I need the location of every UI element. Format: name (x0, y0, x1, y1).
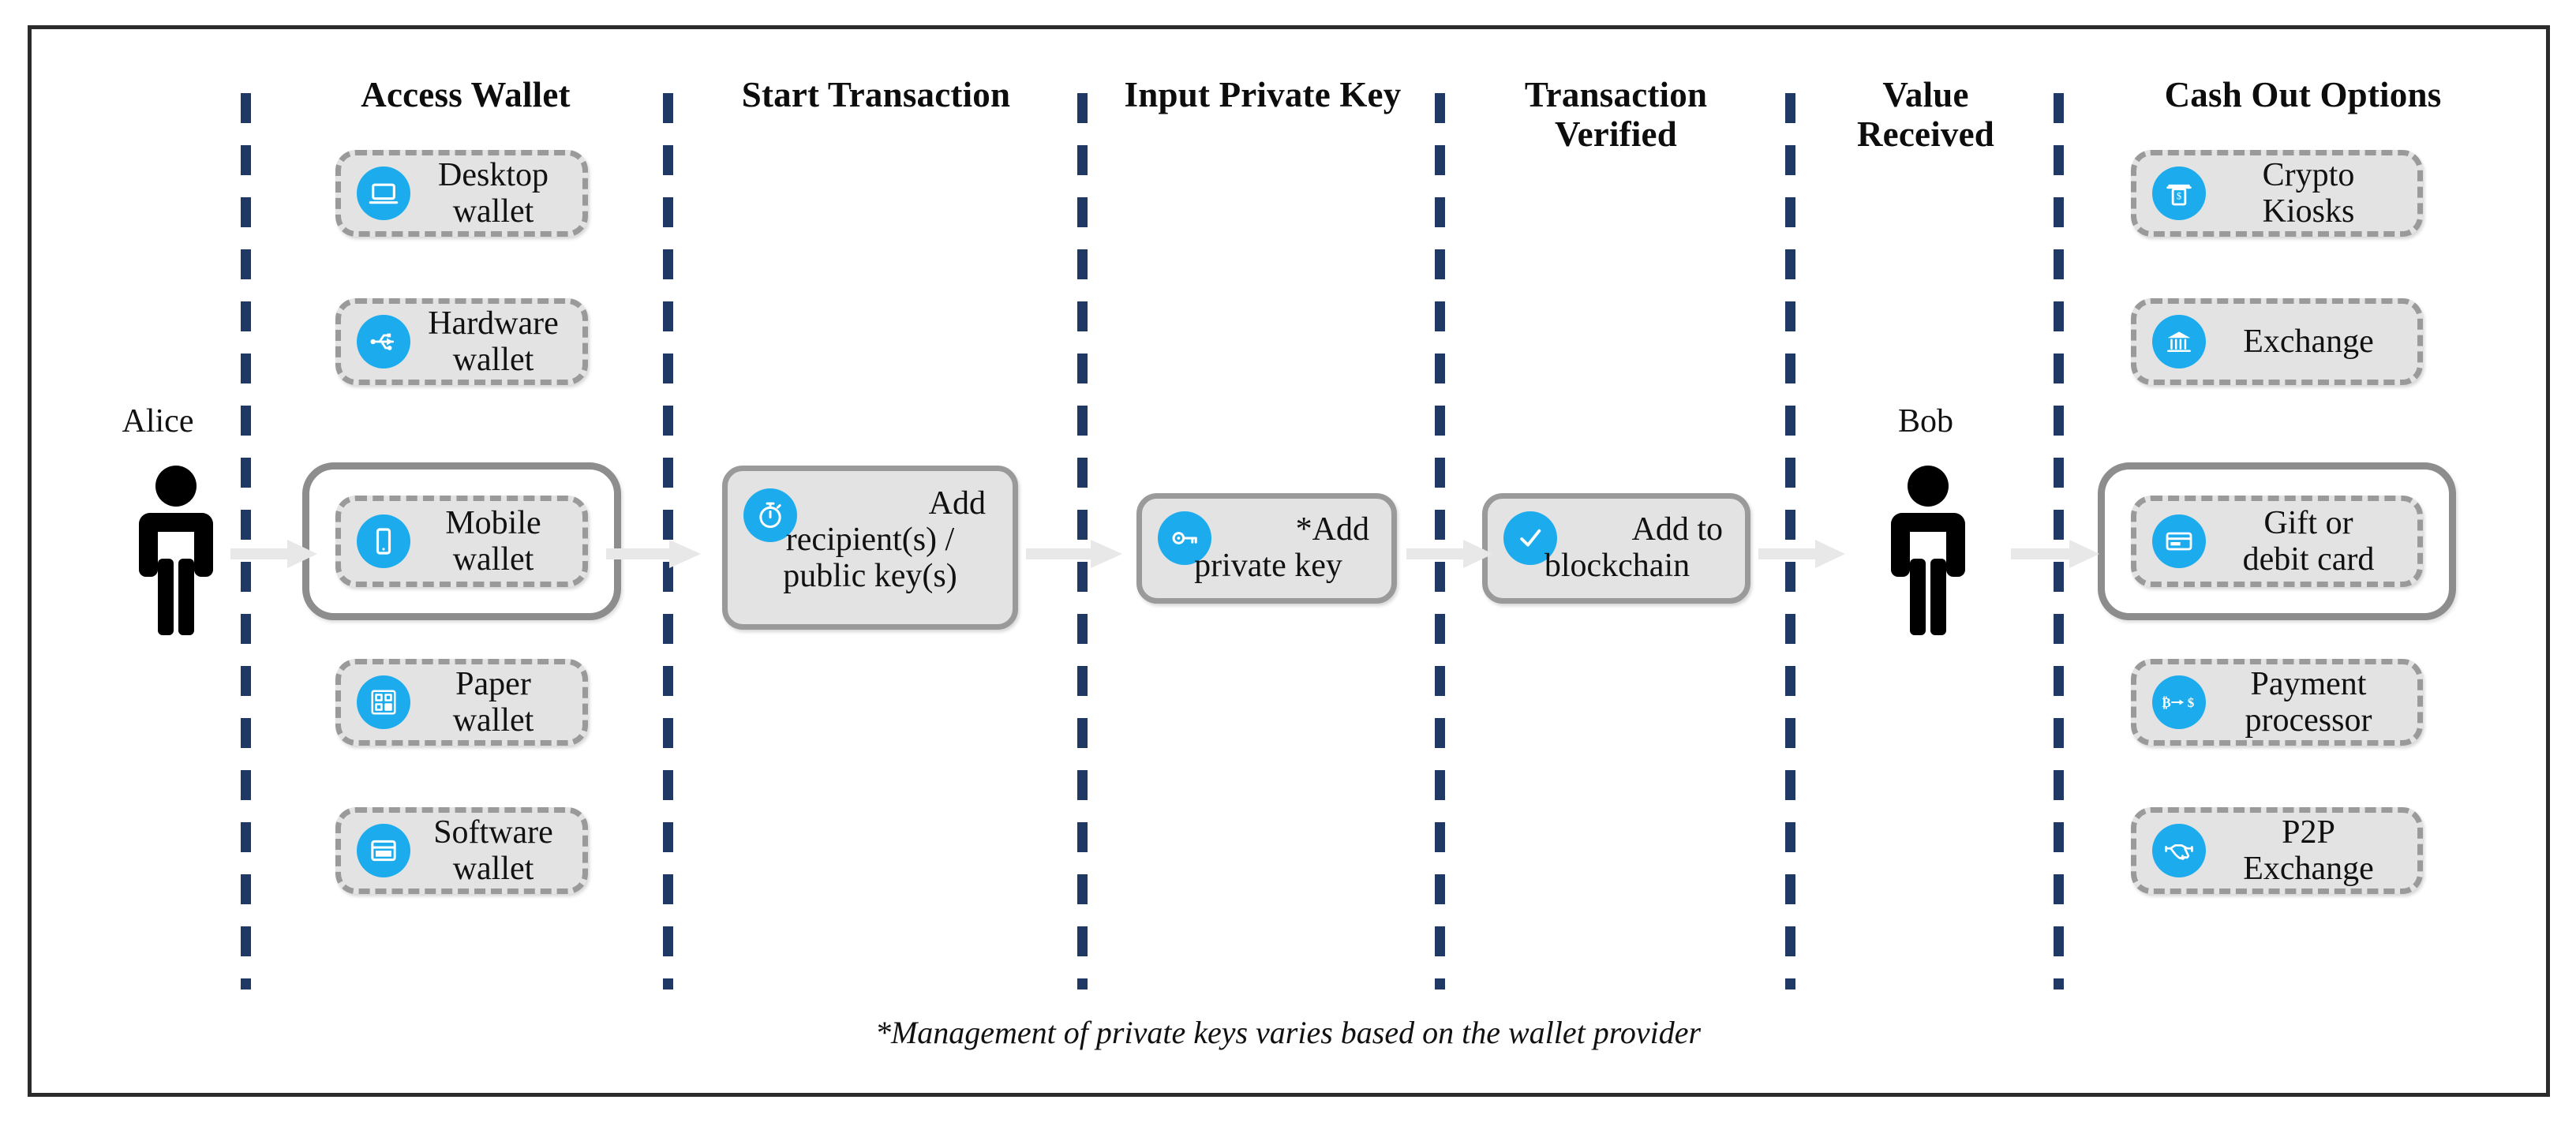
wallet-label-line-1: Mobile (445, 504, 541, 541)
cashout-label-gift-or-debit-card: Gift or debit card (2206, 505, 2417, 578)
wallet-label-line-1: Hardware (428, 305, 559, 342)
flow-arrow-key-to-blockchain (1406, 537, 1493, 571)
svg-text:₿: ₿ (2162, 695, 2170, 710)
step-label-add-private-key: *Add private key (1153, 511, 1391, 584)
footnote-text: *Management of private keys varies based… (874, 1015, 1702, 1050)
wallet-label-line-1: Software (433, 814, 553, 851)
flow-arrow-alice-to-wallet (230, 537, 317, 571)
column-header-line-2: Verified (1555, 114, 1677, 155)
step-label-add-to-blockchain: Add to blockchain (1497, 511, 1745, 584)
wallet-label-line-2: wallet (452, 342, 534, 378)
wallet-label-line-2: wallet (452, 851, 534, 887)
cashout-label-p2p-exchange: P2P Exchange (2206, 814, 2417, 887)
flow-arrow-start-to-key (1026, 537, 1122, 571)
column-header-line-2: Received (1856, 114, 1995, 155)
column-header-value-received: Value Received (1795, 75, 2056, 155)
qr-code-icon (357, 675, 410, 729)
step-label-line-2: private key (1194, 548, 1342, 585)
cashout-label-line-2: Exchange (2243, 851, 2374, 887)
svg-text:$: $ (2188, 695, 2195, 710)
column-header-start-transaction: Start Transaction (741, 75, 1011, 114)
column-header-transaction-verified: Transaction Verified (1444, 75, 1788, 155)
wallet-label-hardware-wallet: Hardware wallet (410, 305, 582, 378)
atm-icon: $ (2152, 166, 2206, 220)
cashout-label-line-1: Payment (2250, 665, 2367, 702)
wallet-label-desktop-wallet: Desktop wallet (410, 157, 582, 230)
wallet-node-software-wallet[interactable]: Software wallet (335, 807, 588, 894)
step-label-line-2: blockchain (1544, 548, 1690, 585)
cashout-label-line-1: Gift or (2263, 504, 2353, 541)
cashout-label-crypto-kiosks: Crypto Kiosks (2206, 157, 2417, 230)
svg-text:$: $ (2177, 191, 2181, 202)
usb-icon (357, 315, 410, 368)
cashout-label-exchange: Exchange (2206, 324, 2417, 360)
window-icon (357, 824, 410, 877)
step-label-line-3: public key(s) (783, 558, 957, 595)
laptop-icon (357, 166, 410, 220)
flow-arrow-bob-to-cashout (2011, 537, 2099, 571)
wallet-label-software-wallet: Software wallet (410, 814, 582, 887)
smartphone-icon (357, 514, 410, 568)
step-node-add-recipient[interactable]: Add recipient(s) / public key(s) (722, 466, 1018, 630)
btc-to-usd-icon: ₿ $ (2152, 675, 2206, 729)
wallet-node-hardware-wallet[interactable]: Hardware wallet (335, 298, 588, 385)
cashout-label-line-1: Exchange (2243, 323, 2374, 360)
person-icon-alice (133, 466, 219, 639)
wallet-node-mobile-wallet[interactable]: Mobile wallet (335, 496, 588, 587)
cashout-label-line-2: processor (2245, 702, 2372, 739)
wallet-label-line-2: wallet (452, 541, 534, 578)
wallet-label-line-1: Desktop (438, 156, 549, 193)
step-node-add-private-key[interactable]: *Add private key (1136, 493, 1397, 604)
flow-arrow-blockchain-to-bob (1758, 537, 1845, 571)
cashout-node-exchange[interactable]: Exchange (2131, 298, 2423, 385)
step-label-line-1: Add to (1631, 511, 1724, 548)
diagram-canvas: Access Wallet Start Transaction Input Pr… (0, 0, 2576, 1126)
column-header-access-wallet: Access Wallet (361, 75, 571, 114)
cashout-node-gift-or-debit-card[interactable]: Gift or debit card (2131, 496, 2423, 587)
cashout-label-line-2: debit card (2242, 541, 2375, 578)
wallet-node-desktop-wallet[interactable]: Desktop wallet (335, 150, 588, 237)
person-icon-bob (1885, 466, 1971, 639)
handshake-icon (2152, 824, 2206, 877)
actor-label-bob: Bob (1897, 403, 1953, 440)
wallet-label-mobile-wallet: Mobile wallet (410, 505, 582, 578)
column-header-line-1: Value (1882, 75, 1969, 114)
flow-arrow-wallet-to-start (606, 537, 701, 571)
step-label-line-2: recipient(s) / (785, 522, 955, 559)
cashout-node-p2p-exchange[interactable]: P2P Exchange (2131, 807, 2423, 894)
wallet-label-paper-wallet: Paper wallet (410, 666, 582, 739)
column-header-line-1: Transaction (1524, 75, 1708, 114)
wallet-label-line-1: Paper (455, 665, 531, 702)
step-label-line-1: Add (928, 485, 986, 522)
credit-card-icon (2152, 514, 2206, 568)
wallet-node-paper-wallet[interactable]: Paper wallet (335, 659, 588, 746)
cashout-label-line-1: P2P (2282, 814, 2335, 851)
wallet-label-line-2: wallet (452, 702, 534, 739)
cashout-label-line-2: Kiosks (2262, 193, 2355, 230)
cashout-node-crypto-kiosks[interactable]: $ Crypto Kiosks (2131, 150, 2423, 237)
actor-label-alice: Alice (122, 403, 194, 440)
cashout-label-payment-processor: Payment processor (2206, 666, 2417, 739)
step-label-line-1: *Add (1295, 511, 1369, 548)
bank-icon (2152, 315, 2206, 368)
column-header-input-private-key: Input Private Key (1124, 75, 1402, 114)
wallet-label-line-2: wallet (452, 193, 534, 230)
column-header-cash-out-options: Cash Out Options (2164, 75, 2442, 114)
cashout-label-line-1: Crypto (2262, 156, 2355, 193)
cashout-node-payment-processor[interactable]: ₿ $ Payment processor (2131, 659, 2423, 746)
step-node-add-to-blockchain[interactable]: Add to blockchain (1482, 493, 1750, 604)
step-label-add-recipient: Add recipient(s) / public key(s) (736, 485, 1013, 595)
